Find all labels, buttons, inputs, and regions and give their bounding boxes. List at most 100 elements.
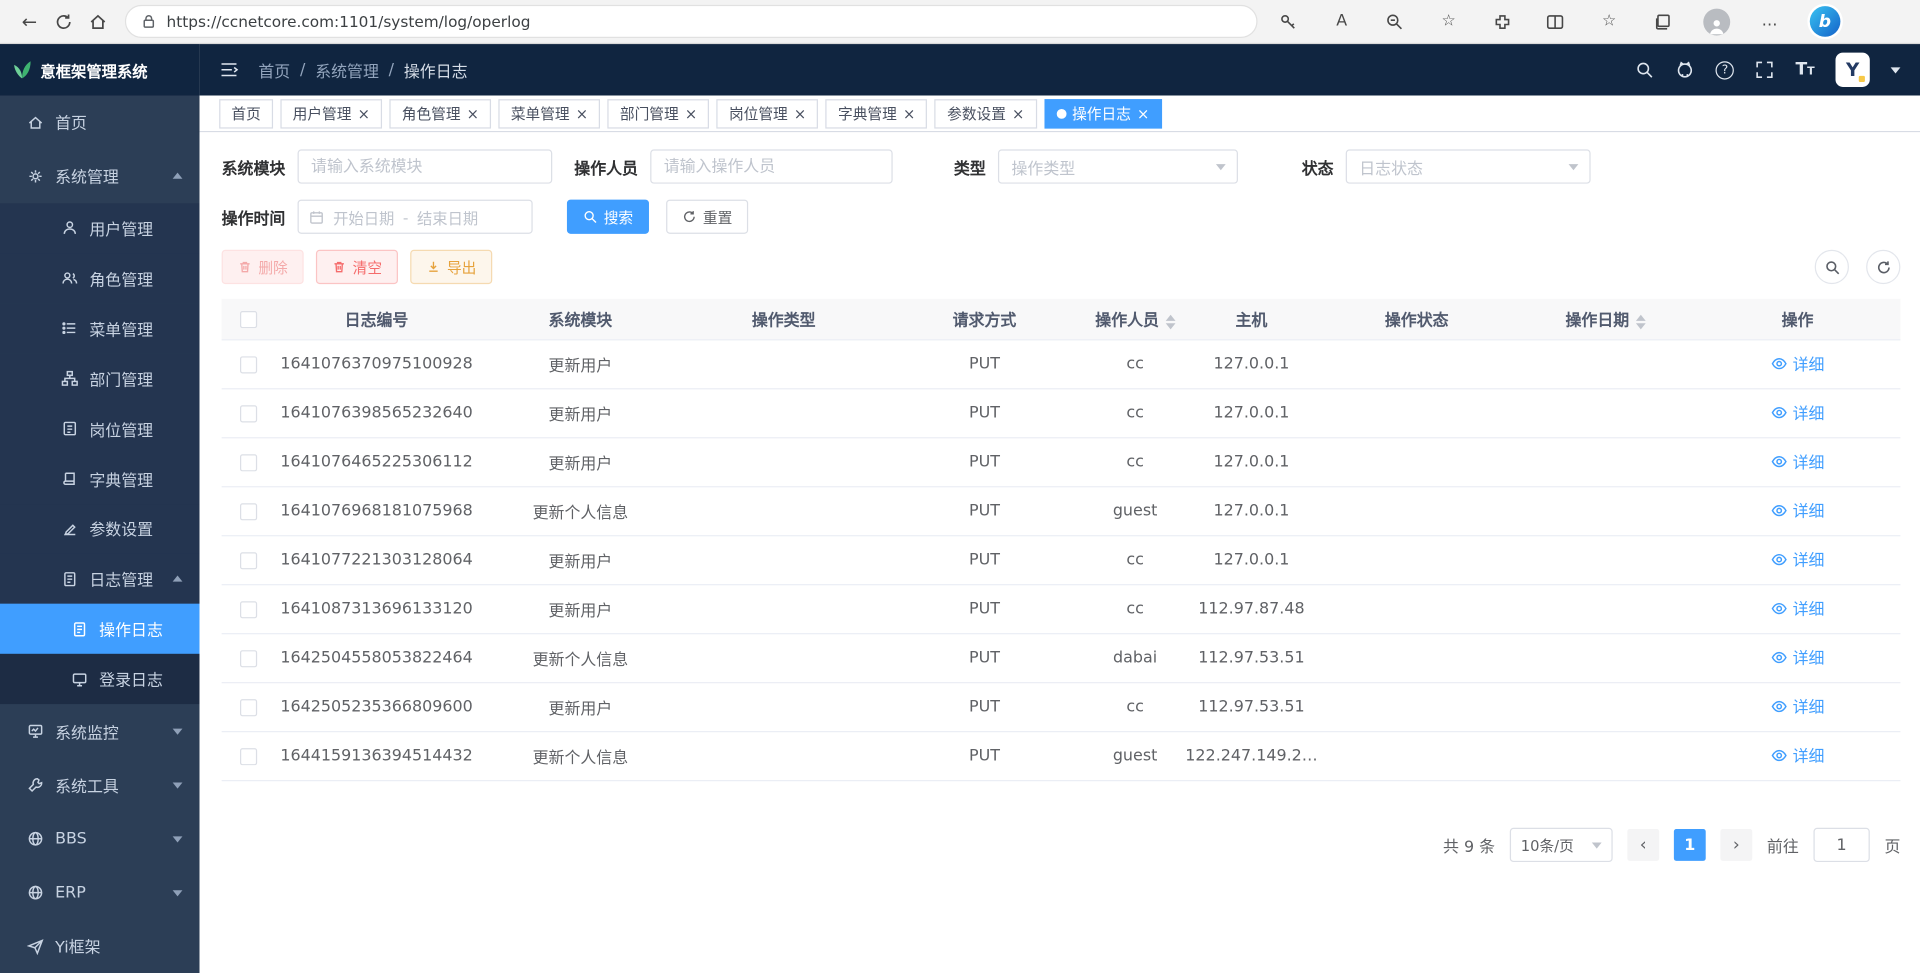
clear-button[interactable]: 清空 — [316, 250, 398, 284]
row-checkbox[interactable] — [240, 552, 257, 569]
help-icon[interactable]: ? — [1716, 61, 1734, 79]
sidebar-item-log-mgmt[interactable]: 日志管理 — [0, 554, 200, 604]
sidebar-item-param-settings[interactable]: 参数设置 — [0, 504, 200, 554]
sidebar-item-bbs[interactable]: BBS — [0, 812, 200, 866]
search-icon[interactable] — [1635, 60, 1655, 80]
detail-link[interactable]: 详细 — [1771, 352, 1825, 375]
sidebar-item-yi-framework[interactable]: Yi框架 — [0, 920, 200, 973]
favorites-bar-icon[interactable]: ☆ — [1596, 8, 1623, 35]
date-range-picker[interactable]: 开始日期 - 结束日期 — [298, 200, 533, 234]
close-icon[interactable]: × — [576, 106, 588, 121]
module-filter-input[interactable] — [298, 149, 553, 183]
next-page-button[interactable]: › — [1720, 829, 1752, 861]
refresh-table-button[interactable] — [1866, 250, 1900, 284]
row-checkbox[interactable] — [240, 405, 257, 422]
favorite-add-icon[interactable]: ☆ — [1435, 8, 1462, 35]
tab-dept-mgmt[interactable]: 部门管理× — [608, 99, 710, 128]
fullscreen-icon[interactable] — [1755, 60, 1775, 80]
split-screen-icon[interactable] — [1542, 8, 1569, 35]
tab-param-settings[interactable]: 参数设置× — [935, 99, 1037, 128]
row-checkbox[interactable] — [240, 748, 257, 765]
sidebar-item-user-mgmt[interactable]: 用户管理 — [0, 203, 200, 253]
close-icon[interactable]: × — [685, 106, 697, 121]
close-icon[interactable]: × — [358, 106, 370, 121]
sidebar-item-dept-mgmt[interactable]: 部门管理 — [0, 353, 200, 403]
sidebar-item-system-mgmt[interactable]: 系统管理 — [0, 149, 200, 203]
tab-oper-log[interactable]: 操作日志× — [1044, 99, 1162, 128]
breadcrumb-home[interactable]: 首页 — [258, 58, 290, 81]
toggle-search-button[interactable] — [1815, 250, 1849, 284]
sidebar-item-role-mgmt[interactable]: 角色管理 — [0, 253, 200, 303]
detail-link[interactable]: 详细 — [1771, 597, 1825, 620]
user-avatar[interactable]: Y — [1836, 53, 1870, 87]
col-operator[interactable]: 操作人员 — [1085, 307, 1185, 330]
detail-link[interactable]: 详细 — [1771, 548, 1825, 571]
row-checkbox[interactable] — [240, 650, 257, 667]
refresh-button[interactable] — [47, 3, 81, 40]
settings-more-icon[interactable]: … — [1756, 8, 1783, 35]
close-icon[interactable]: × — [1137, 106, 1149, 121]
collapse-menu-icon[interactable] — [219, 60, 239, 80]
search-button[interactable]: 搜索 — [567, 200, 649, 234]
select-all-checkbox[interactable] — [240, 310, 257, 327]
row-checkbox[interactable] — [240, 454, 257, 471]
type-select[interactable]: 操作类型 — [998, 149, 1238, 183]
close-icon[interactable]: × — [794, 106, 806, 121]
password-key-icon[interactable] — [1275, 8, 1302, 35]
sidebar-item-home[interactable]: 首页 — [0, 96, 200, 150]
goto-page-input[interactable] — [1813, 828, 1869, 862]
detail-link[interactable]: 详细 — [1771, 695, 1825, 718]
breadcrumb-section[interactable]: 系统管理 — [315, 58, 379, 81]
extensions-icon[interactable] — [1489, 8, 1516, 35]
detail-link[interactable]: 详细 — [1771, 499, 1825, 522]
tab-post-mgmt[interactable]: 岗位管理× — [717, 99, 819, 128]
close-icon[interactable]: × — [1012, 106, 1024, 121]
copilot-icon[interactable]: b — [1810, 6, 1841, 37]
delete-button[interactable]: 删除 — [222, 250, 304, 284]
export-button[interactable]: 导出 — [410, 250, 492, 284]
row-checkbox[interactable] — [240, 699, 257, 716]
collections-icon[interactable] — [1649, 8, 1676, 35]
detail-link[interactable]: 详细 — [1771, 401, 1825, 424]
detail-link[interactable]: 详细 — [1771, 744, 1825, 767]
status-select[interactable]: 日志状态 — [1346, 149, 1591, 183]
github-icon[interactable] — [1675, 60, 1695, 80]
home-button[interactable] — [81, 3, 115, 40]
sidebar-item-oper-log[interactable]: 操作日志 — [0, 604, 200, 654]
prev-page-button[interactable]: ‹ — [1627, 829, 1659, 861]
row-checkbox[interactable] — [240, 356, 257, 373]
sidebar-item-dict-mgmt[interactable]: 字典管理 — [0, 454, 200, 504]
sidebar-item-system-tools[interactable]: 系统工具 — [0, 758, 200, 812]
sort-icon[interactable] — [1635, 314, 1645, 329]
zoom-out-icon[interactable] — [1382, 8, 1409, 35]
sidebar-item-post-mgmt[interactable]: 岗位管理 — [0, 404, 200, 454]
sidebar-item-menu-mgmt[interactable]: 菜单管理 — [0, 303, 200, 353]
font-size-icon[interactable]: TT — [1795, 60, 1814, 80]
back-button[interactable]: ← — [12, 3, 46, 40]
read-aloud-icon[interactable]: A — [1328, 8, 1355, 35]
url-text[interactable]: https://ccnetcore.com:1101/system/log/op… — [167, 12, 531, 30]
sidebar-item-login-log[interactable]: 登录日志 — [0, 654, 200, 704]
address-bar[interactable]: https://ccnetcore.com:1101/system/log/op… — [125, 5, 1258, 38]
tab-home[interactable]: 首页 — [219, 99, 273, 128]
reset-button[interactable]: 重置 — [666, 200, 748, 234]
operator-filter-input[interactable] — [650, 149, 892, 183]
profile-avatar[interactable] — [1703, 8, 1730, 35]
tab-dict-mgmt[interactable]: 字典管理× — [826, 99, 928, 128]
close-icon[interactable]: × — [467, 106, 479, 121]
sort-icon[interactable] — [1165, 314, 1175, 329]
detail-link[interactable]: 详细 — [1771, 450, 1825, 473]
sidebar-item-erp[interactable]: ERP — [0, 866, 200, 920]
detail-link[interactable]: 详细 — [1771, 646, 1825, 669]
tab-role-mgmt[interactable]: 角色管理× — [390, 99, 492, 128]
page-size-select[interactable]: 10条/页 — [1510, 828, 1613, 862]
chevron-down-icon[interactable] — [1891, 67, 1901, 73]
tab-menu-mgmt[interactable]: 菜单管理× — [499, 99, 601, 128]
tab-user-mgmt[interactable]: 用户管理× — [280, 99, 382, 128]
row-checkbox[interactable] — [240, 601, 257, 618]
sidebar-item-system-monitor[interactable]: 系统监控 — [0, 704, 200, 758]
close-icon[interactable]: × — [903, 106, 915, 121]
row-checkbox[interactable] — [240, 503, 257, 520]
page-1-button[interactable]: 1 — [1674, 829, 1706, 861]
col-date[interactable]: 操作日期 — [1516, 307, 1695, 330]
